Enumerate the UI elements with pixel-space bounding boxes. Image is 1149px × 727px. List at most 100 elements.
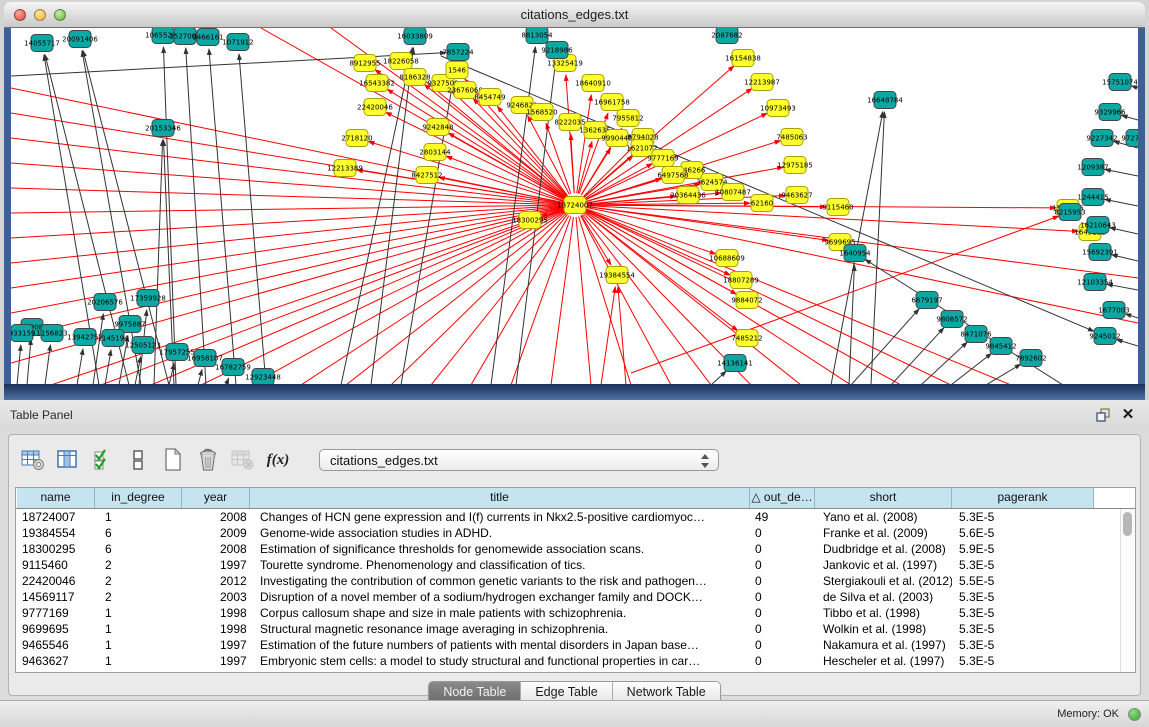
graph-node[interactable]: 1244415: [1077, 189, 1108, 206]
graph-node[interactable]: 9884072: [731, 292, 762, 309]
table-row[interactable]: 946554611997Estimation of the future num…: [16, 637, 1135, 653]
graph-node[interactable]: 9466161: [192, 29, 223, 46]
graph-node[interactable]: 9227342: [1086, 130, 1117, 147]
graph-node[interactable]: 14055717: [24, 35, 60, 52]
graph-node[interactable]: 14136141: [717, 355, 753, 372]
graph-node[interactable]: 7857224: [442, 44, 474, 61]
graph-node[interactable]: 933159: [11, 325, 35, 342]
graph-node[interactable]: 7485063: [776, 129, 807, 146]
graph-node[interactable]: 20206576: [87, 294, 123, 311]
graph-node[interactable]: 9463627: [781, 187, 812, 204]
graph-node[interactable]: 9845412: [985, 338, 1016, 355]
table-cell: 6: [95, 525, 182, 541]
graph-node[interactable]: 18640910: [575, 75, 611, 92]
graph-node[interactable]: 10688609: [709, 250, 745, 267]
attribute-table: namein_degreeyeartitle△ out_de…shortpage…: [15, 487, 1136, 673]
graph-node[interactable]: 6879197: [911, 292, 942, 309]
column-header-pagerank[interactable]: pagerank: [952, 488, 1094, 508]
float-window-icon[interactable]: [1095, 407, 1111, 423]
graph-node[interactable]: 9242848: [422, 119, 453, 136]
graph-node[interactable]: 1677003: [1098, 302, 1129, 319]
table-row[interactable]: 1872400712008Changes of HCN gene express…: [16, 509, 1135, 525]
graph-node[interactable]: 16961758: [594, 94, 630, 111]
table-selector-dropdown[interactable]: citations_edges.txt: [319, 449, 719, 471]
column-header-short[interactable]: short: [815, 488, 952, 508]
row-options-icon[interactable]: [124, 446, 152, 474]
table-row[interactable]: 946362711997Embryonic stem cells: a mode…: [16, 653, 1135, 669]
table-row[interactable]: 1938455462009Genome-wide association stu…: [16, 525, 1135, 541]
graph-node[interactable]: 62160: [751, 195, 773, 212]
graph-node[interactable]: 9329966: [1094, 104, 1126, 121]
close-panel-icon[interactable]: ✕: [1119, 405, 1137, 425]
graph-node[interactable]: 8471076: [960, 326, 992, 343]
table-row[interactable]: 2242004622012Investigating the contribut…: [16, 573, 1135, 589]
graph-node[interactable]: 2718120: [341, 130, 372, 147]
graph-node[interactable]: 12213987: [744, 74, 780, 91]
graph-node[interactable]: 16648784: [867, 92, 903, 109]
table-cell: Structural magnetic resonance image aver…: [250, 621, 750, 637]
graph-node[interactable]: 16154838: [725, 50, 761, 67]
graph-node[interactable]: 16543382: [359, 75, 395, 92]
graph-node[interactable]: 1568520: [526, 104, 557, 121]
table-row[interactable]: 969969511998Structural magnetic resonanc…: [16, 621, 1135, 637]
graph-node[interactable]: 1071912: [222, 34, 253, 51]
graph-node[interactable]: 19384554: [599, 267, 635, 284]
table-settings-icon[interactable]: [19, 446, 47, 474]
create-table-icon[interactable]: [159, 446, 187, 474]
table-row[interactable]: 911546021997Tourette syndrome. Phenomeno…: [16, 557, 1135, 573]
network-canvas[interactable]: 1872400789129551822605816543382818632893…: [11, 28, 1138, 384]
scrollbar-thumb[interactable]: [1123, 512, 1132, 536]
table-cell: 9699695: [17, 621, 95, 637]
graph-node[interactable]: 16033809: [397, 28, 433, 45]
graph-node[interactable]: 1546: [446, 62, 468, 79]
column-header-name[interactable]: name: [17, 488, 95, 508]
graph-node[interactable]: 18226058: [383, 53, 419, 70]
graph-node[interactable]: 7485212: [731, 330, 762, 347]
graph-node[interactable]: 2803144: [419, 144, 451, 161]
graph-node[interactable]: 20091406: [62, 31, 98, 48]
graph-node-label: 18300295: [512, 217, 548, 225]
graph-node[interactable]: 15751074: [1102, 74, 1138, 91]
memory-ok-indicator[interactable]: [1128, 708, 1141, 721]
vertical-scrollbar[interactable]: [1120, 509, 1135, 672]
import-table-icon: [229, 446, 257, 474]
graph-node[interactable]: 9777169: [647, 150, 678, 167]
graph-node[interactable]: 12213389: [327, 160, 363, 177]
column-header-year[interactable]: year: [182, 488, 250, 508]
graph-node[interactable]: 8912955: [349, 55, 380, 72]
show-columns-icon[interactable]: [54, 446, 82, 474]
graph-node[interactable]: 1209387: [1077, 159, 1108, 176]
table-cell: Estimation of significance thresholds fo…: [250, 541, 750, 557]
function-builder-icon[interactable]: f(x): [264, 446, 292, 474]
graph-node[interactable]: 8454749: [474, 89, 505, 106]
graph-node[interactable]: 8215953: [1054, 204, 1085, 221]
graph-node[interactable]: 1640954: [839, 245, 871, 262]
graph-node[interactable]: 7892602: [1015, 350, 1046, 367]
column-header-out_de[interactable]: △ out_de…: [750, 488, 815, 508]
column-header-title[interactable]: title: [250, 488, 750, 508]
graph-node[interactable]: 6497568: [657, 167, 688, 184]
graph-node[interactable]: 8427512: [411, 167, 442, 184]
select-attributes-icon[interactable]: [89, 446, 117, 474]
window-titlebar[interactable]: citations_edges.txt: [4, 2, 1145, 28]
graph-node[interactable]: 9115460: [822, 199, 853, 216]
graph-node[interactable]: 9245012: [1089, 328, 1120, 345]
graph-node[interactable]: 2087682: [711, 28, 742, 44]
graph-node[interactable]: 15692391: [1082, 244, 1118, 261]
graph-node[interactable]: 12103354: [1077, 274, 1113, 291]
graph-node[interactable]: 12975185: [777, 157, 813, 174]
graph-node[interactable]: 9808572: [936, 311, 967, 328]
graph-node[interactable]: 1156823: [36, 325, 67, 342]
graph-node-label: 7485063: [776, 134, 807, 142]
graph-node[interactable]: 7955812: [612, 110, 643, 127]
graph-node[interactable]: 8813054: [521, 28, 553, 44]
table-row[interactable]: 977716911998Corpus callosum shape and si…: [16, 605, 1135, 621]
table-row[interactable]: 1830029562008Estimation of significance …: [16, 541, 1135, 557]
delete-trash-icon[interactable]: [194, 446, 222, 474]
table-cell: 0: [750, 605, 815, 621]
graph-node[interactable]: 8186328: [399, 69, 430, 86]
column-header-in_degree[interactable]: in_degree: [95, 488, 182, 508]
table-cell: 5.5E-5: [952, 573, 1094, 589]
table-row[interactable]: 1456911722003Disruption of a novel membe…: [16, 589, 1135, 605]
graph-node[interactable]: 17359928: [130, 290, 166, 307]
